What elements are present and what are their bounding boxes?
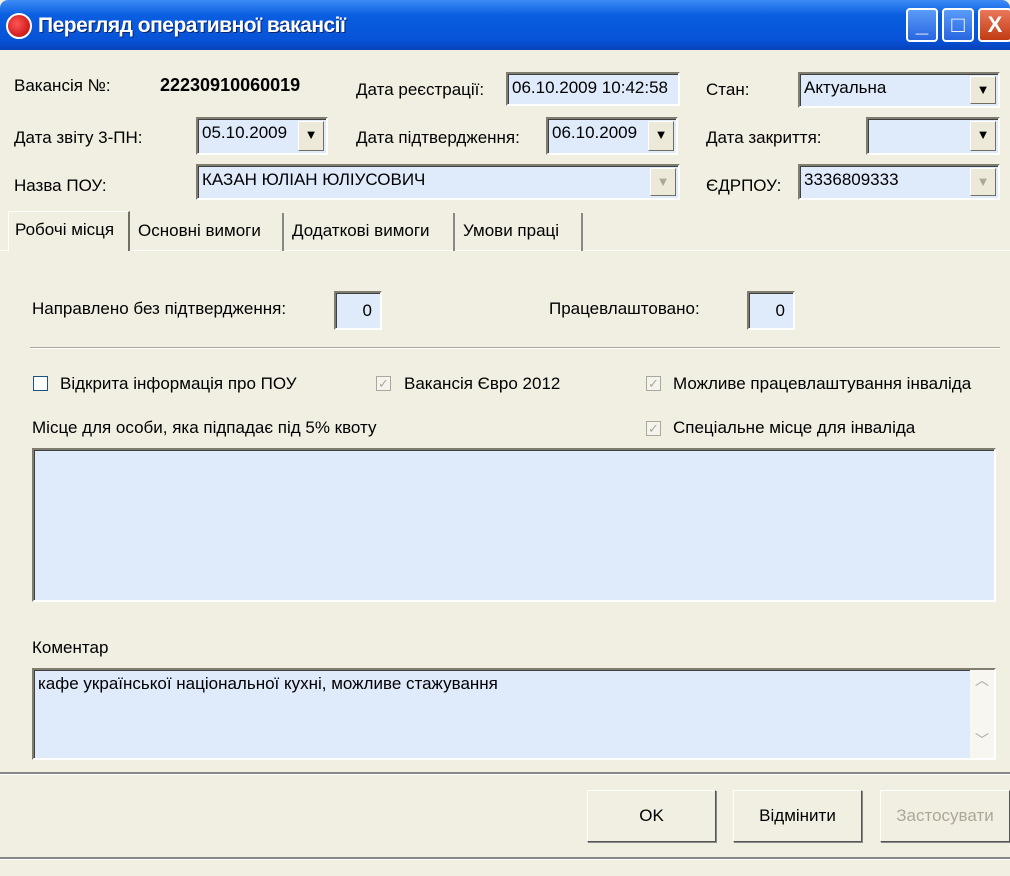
tab-work-places[interactable]: Робочі місця <box>8 211 130 251</box>
comment-label: Коментар <box>32 638 109 657</box>
scroll-up-icon[interactable]: ︿ <box>970 670 994 698</box>
state-value: Актуальна <box>804 78 887 97</box>
chevron-down-icon[interactable]: ▼ <box>970 76 996 104</box>
edrpou-value: 3336809333 <box>804 170 899 189</box>
chevron-down-icon[interactable]: ▼ <box>970 121 996 151</box>
confirm-date-value: 06.10.2009 <box>552 123 638 142</box>
edrpou-select[interactable]: 3336809333 ▼ <box>798 164 1000 200</box>
apply-button[interactable]: Застосувати <box>880 790 1010 842</box>
chevron-down-icon[interactable]: ▼ <box>298 121 324 151</box>
vacancy-label: Вакансія №: <box>14 76 111 95</box>
employer-label: Назва ПОУ: <box>14 176 107 195</box>
ok-button[interactable]: OK <box>587 790 716 842</box>
window-title: Перегляд оперативної вакансії <box>38 14 346 37</box>
employer-select[interactable]: КАЗАН ЮЛІАН ЮЛІУСОВИЧ ▼ <box>196 164 680 200</box>
open-info-checkbox[interactable] <box>33 376 48 391</box>
employed-label: Працевлаштовано: <box>549 299 700 318</box>
sent-value: 0 <box>334 291 382 330</box>
reg-date-field[interactable]: 06.10.2009 10:42:58 <box>506 72 680 106</box>
app-icon <box>6 13 32 39</box>
disabled-employment-label: Можливе працевлаштування інваліда <box>673 374 972 393</box>
separator <box>0 772 1010 775</box>
chevron-down-icon[interactable]: ▼ <box>650 168 676 196</box>
sent-label: Направлено без підтвердження: <box>32 299 287 318</box>
separator <box>0 857 1010 860</box>
cancel-button[interactable]: Відмінити <box>733 790 862 842</box>
quota-textarea[interactable] <box>32 448 996 602</box>
quota-label: Місце для особи, яка підпадає під 5% кво… <box>32 418 377 437</box>
close-date-picker[interactable]: ▼ <box>866 117 1000 155</box>
report-date-value: 05.10.2009 <box>202 123 288 142</box>
special-place-checkbox[interactable]: ✓ <box>646 421 661 436</box>
vacancy-number: 22230910060019 <box>160 75 301 95</box>
scrollbar[interactable]: ︿ ﹀ <box>970 670 994 758</box>
close-date-label: Дата закриття: <box>706 128 822 147</box>
disabled-employment-checkbox[interactable]: ✓ <box>646 376 661 391</box>
confirm-date-picker[interactable]: 06.10.2009 ▼ <box>546 117 678 155</box>
comment-textarea[interactable]: кафе української національної кухні, мож… <box>32 668 996 760</box>
special-place-label: Спеціальне місце для інваліда <box>673 418 916 437</box>
chevron-down-icon[interactable]: ▼ <box>648 121 674 151</box>
tab-main-requirements[interactable]: Основні вимоги <box>132 213 284 251</box>
state-label: Стан: <box>706 80 750 99</box>
employed-value: 0 <box>747 291 795 330</box>
separator <box>30 347 1000 349</box>
close-button[interactable]: X <box>978 8 1010 42</box>
edrpou-label: ЄДРПОУ: <box>706 176 782 195</box>
minimize-button[interactable]: _ <box>906 8 938 42</box>
tab-additional-requirements[interactable]: Додаткові вимоги <box>286 213 455 251</box>
report-date-picker[interactable]: 05.10.2009 ▼ <box>196 117 328 155</box>
scroll-down-icon[interactable]: ﹀ <box>970 730 994 758</box>
employer-value: КАЗАН ЮЛІАН ЮЛІУСОВИЧ <box>202 170 426 189</box>
maximize-button[interactable]: □ <box>942 8 974 42</box>
euro2012-label: Вакансія Євро 2012 <box>404 374 561 393</box>
state-select[interactable]: Актуальна ▼ <box>798 72 1000 108</box>
comment-text: кафе української національної кухні, мож… <box>38 674 498 693</box>
report-date-label: Дата звіту 3-ПН: <box>14 128 143 147</box>
open-info-label: Відкрита інформація про ПОУ <box>60 374 297 393</box>
euro2012-checkbox[interactable]: ✓ <box>376 376 391 391</box>
tab-work-conditions[interactable]: Умови праці <box>457 213 583 251</box>
reg-date-label: Дата реєстрації: <box>356 80 485 99</box>
chevron-down-icon[interactable]: ▼ <box>970 168 996 196</box>
confirm-date-label: Дата підтвердження: <box>356 128 520 147</box>
